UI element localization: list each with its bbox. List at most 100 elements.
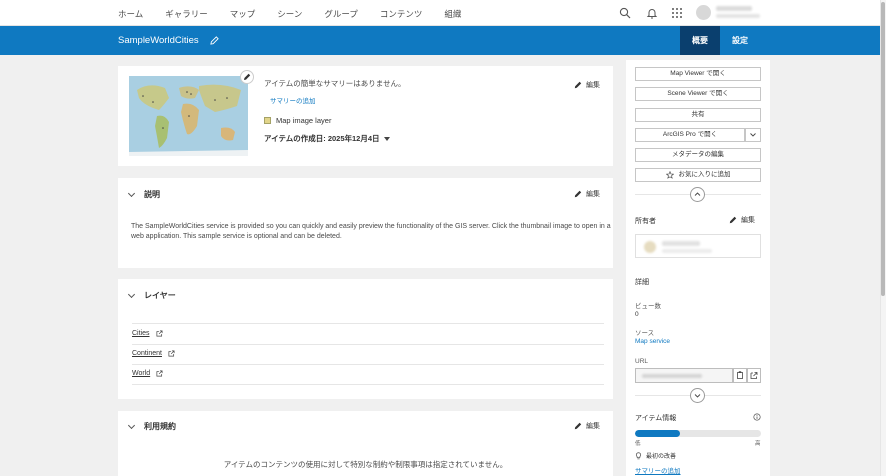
- nav-organization[interactable]: 組織: [444, 8, 461, 20]
- map-layer-icon: [264, 117, 271, 124]
- item-type-label: Map image layer: [276, 116, 332, 125]
- lightbulb-icon: [635, 451, 642, 459]
- info-icon[interactable]: [753, 413, 761, 421]
- chevron-up-icon: [694, 192, 701, 196]
- nav-groups[interactable]: グループ: [324, 8, 358, 20]
- layer-continent-link[interactable]: Continent: [132, 350, 175, 357]
- add-to-favorites-button[interactable]: お気に入りに追加: [635, 168, 761, 182]
- layers-header[interactable]: レイヤー: [127, 290, 176, 301]
- nav-content[interactable]: コンテンツ: [380, 8, 423, 20]
- open-in-map-viewer-button[interactable]: Map Viewer で開く: [635, 67, 761, 81]
- created-date-dropdown[interactable]: アイテムの作成日: 2025年12月4日: [264, 133, 390, 144]
- collapse-actions-button[interactable]: [690, 187, 705, 202]
- edit-label: 編集: [586, 191, 600, 198]
- tab-overview[interactable]: 概要: [680, 26, 720, 55]
- progress-high-label: 高: [755, 441, 761, 447]
- world-map-thumbnail-image: [129, 76, 248, 156]
- description-card: 説明 編集 The SampleWorldCities service is p…: [118, 178, 613, 268]
- terms-card: 利用規約 編集 アイテムのコンテンツの使用に対して特別な制約や制限事項は指定され…: [118, 411, 613, 476]
- nav-map[interactable]: マップ: [230, 8, 256, 20]
- edit-metadata-button[interactable]: メタデータの編集: [635, 148, 761, 162]
- external-link-icon: [156, 370, 163, 377]
- owner-name-blurred: [662, 241, 700, 246]
- summary-card: アイテムの簡単なサマリーはありません。 サマリーの追加 Map image la…: [118, 66, 613, 166]
- item-info-progress-bar: [635, 430, 761, 437]
- star-icon: [665, 171, 674, 179]
- chevron-down-icon: [127, 290, 136, 298]
- open-in-arcgis-pro-button[interactable]: ArcGIS Pro で開く: [635, 128, 745, 142]
- edit-description-button[interactable]: 編集: [574, 189, 600, 199]
- owner-avatar-blurred: [644, 241, 656, 253]
- tip-label: 最初の改善: [646, 454, 677, 460]
- external-link-icon: [168, 350, 175, 357]
- caret-down-icon: [383, 136, 390, 141]
- copy-url-button[interactable]: [733, 368, 747, 383]
- top-navigation: ホーム ギャラリー マップ シーン グループ コンテンツ 組織: [0, 0, 880, 26]
- copy-icon: [737, 371, 743, 379]
- item-info-heading: アイテム情報: [635, 415, 677, 422]
- terms-heading: 利用規約: [144, 422, 176, 431]
- layer-name: Cities: [132, 330, 150, 337]
- views-value: 0: [635, 311, 639, 318]
- chevron-down-icon: [127, 189, 136, 197]
- external-link-icon: [156, 330, 162, 337]
- page-scrollbar-thumb[interactable]: [881, 2, 885, 296]
- open-url-button[interactable]: [747, 368, 761, 383]
- add-summary-tip-link[interactable]: サマリーの追加: [635, 465, 681, 475]
- pencil-icon: [574, 422, 582, 430]
- description-text: The SampleWorldCities service is provide…: [131, 223, 611, 240]
- edit-label: 編集: [586, 423, 600, 430]
- thumbnail-map[interactable]: [129, 76, 248, 156]
- nav-menu: ホーム ギャラリー マップ シーン グループ コンテンツ 組織: [118, 8, 461, 20]
- edit-label: 編集: [741, 217, 755, 224]
- url-field[interactable]: [635, 368, 733, 383]
- owner-label: 所有者: [635, 218, 656, 225]
- nav-home[interactable]: ホーム: [118, 8, 143, 20]
- edit-owner-button[interactable]: 編集: [729, 215, 755, 225]
- app-launcher-icon[interactable]: [671, 7, 683, 19]
- item-type: Map image layer: [264, 116, 331, 125]
- edit-thumbnail-button[interactable]: [240, 70, 254, 84]
- source-link[interactable]: Map service: [635, 338, 670, 345]
- add-summary-link[interactable]: サマリーの追加: [270, 95, 316, 105]
- owner-id-blurred: [662, 249, 712, 253]
- search-icon[interactable]: [619, 7, 631, 19]
- terms-header[interactable]: 利用規約: [127, 421, 176, 432]
- divider: [132, 384, 604, 385]
- edit-title-pencil-icon[interactable]: [210, 36, 219, 45]
- description-header[interactable]: 説明: [127, 189, 160, 200]
- tab-settings[interactable]: 設定: [722, 26, 758, 55]
- description-heading: 説明: [144, 190, 160, 199]
- source-label: ソース: [635, 330, 655, 337]
- open-in-scene-viewer-button[interactable]: Scene Viewer で開く: [635, 87, 761, 101]
- pencil-icon: [574, 81, 582, 89]
- expand-details-button[interactable]: [690, 388, 705, 403]
- nav-gallery[interactable]: ギャラリー: [165, 8, 208, 20]
- terms-text: アイテムのコンテンツの使用に対して特別な制約や制限事項は指定されていません。: [223, 460, 508, 469]
- nav-scene[interactable]: シーン: [277, 8, 302, 20]
- edit-summary-button[interactable]: 編集: [574, 80, 600, 90]
- improvement-tip: 最初の改善: [635, 451, 676, 460]
- pencil-icon: [244, 73, 251, 80]
- pencil-icon: [729, 216, 737, 224]
- layer-cities-link[interactable]: Cities: [132, 330, 163, 337]
- chevron-down-icon: [694, 394, 701, 398]
- created-date: アイテムの作成日: 2025年12月4日: [264, 134, 380, 143]
- external-link-icon: [750, 372, 758, 379]
- item-title-bar: SampleWorldCities 概要 設定: [0, 26, 880, 55]
- edit-label: 編集: [586, 82, 600, 89]
- url-value-blurred: [642, 374, 702, 378]
- arcgis-pro-options-dropdown[interactable]: [745, 128, 761, 142]
- layer-name: Continent: [132, 350, 162, 357]
- edit-terms-button[interactable]: 編集: [574, 421, 600, 431]
- share-button[interactable]: 共有: [635, 108, 761, 122]
- progress-low-label: 低: [635, 441, 641, 447]
- layers-heading: レイヤー: [144, 291, 176, 300]
- avatar[interactable]: [696, 5, 711, 20]
- chevron-down-icon: [127, 421, 136, 429]
- owner-box[interactable]: [635, 234, 761, 258]
- bell-icon[interactable]: [646, 7, 658, 19]
- url-label: URL: [635, 358, 649, 365]
- layer-world-link[interactable]: World: [132, 370, 163, 377]
- layer-name: World: [132, 370, 151, 377]
